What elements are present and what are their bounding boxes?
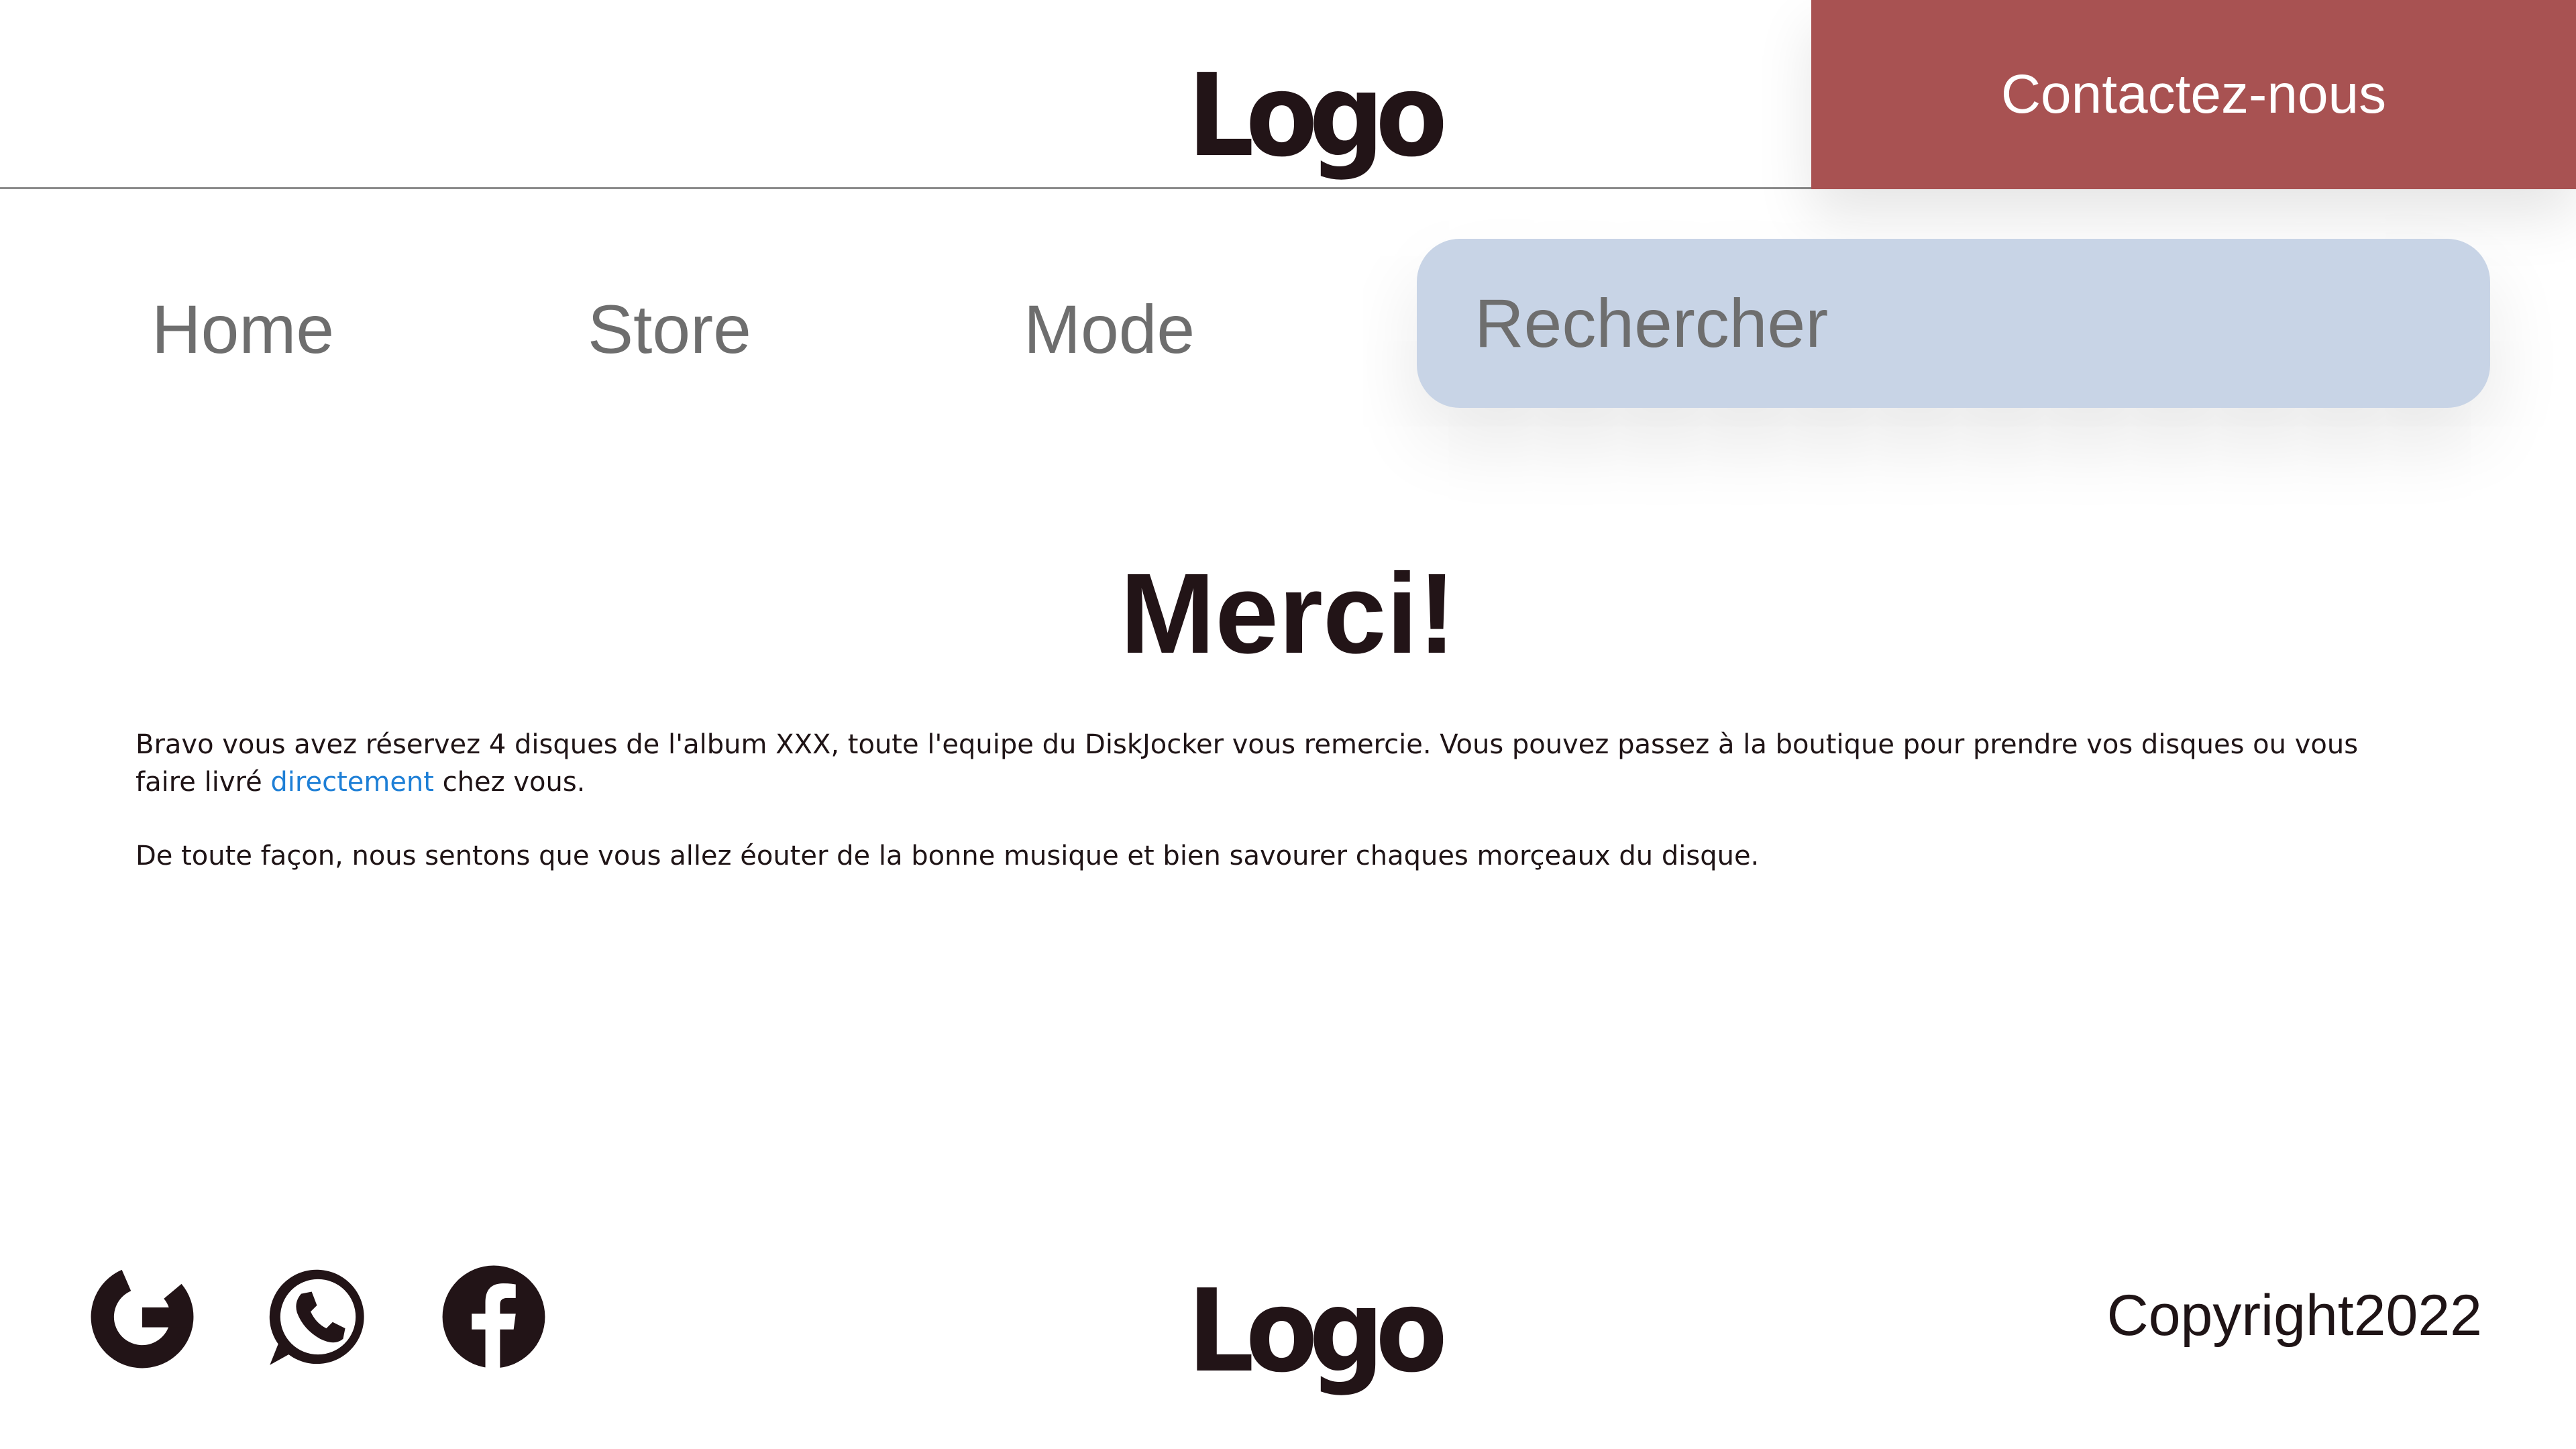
page-title: Merci!	[1120, 550, 1456, 678]
header-logo[interactable]: Logo	[1187, 59, 1448, 173]
facebook-icon[interactable]	[441, 1265, 546, 1369]
nav-item-home[interactable]: Home	[152, 295, 334, 364]
search-box[interactable]	[1417, 239, 2490, 408]
nav-item-store[interactable]: Store	[588, 295, 751, 364]
nav-item-mode[interactable]: Mode	[1024, 295, 1195, 364]
footer-logo[interactable]: Logo	[1187, 1275, 1448, 1389]
music-paragraph: De toute façon, nous sentons que vous al…	[136, 841, 1760, 871]
paragraph-text-end: chez vous.	[433, 767, 586, 798]
copyright-text: Copyright2022	[2106, 1283, 2482, 1348]
directement-link[interactable]: directement	[270, 767, 434, 798]
whatsapp-icon[interactable]	[266, 1265, 370, 1369]
contact-button[interactable]: Contactez-nous	[1811, 0, 2576, 189]
google-icon[interactable]	[90, 1265, 195, 1369]
thank-you-paragraph: Bravo vous avez réservez 4 disques de l'…	[136, 726, 2390, 801]
search-input[interactable]	[1473, 283, 2415, 364]
page: Logo Contactez-nous Home Store Mode Merc…	[0, 0, 2576, 1449]
header: Logo Contactez-nous	[0, 0, 2576, 189]
